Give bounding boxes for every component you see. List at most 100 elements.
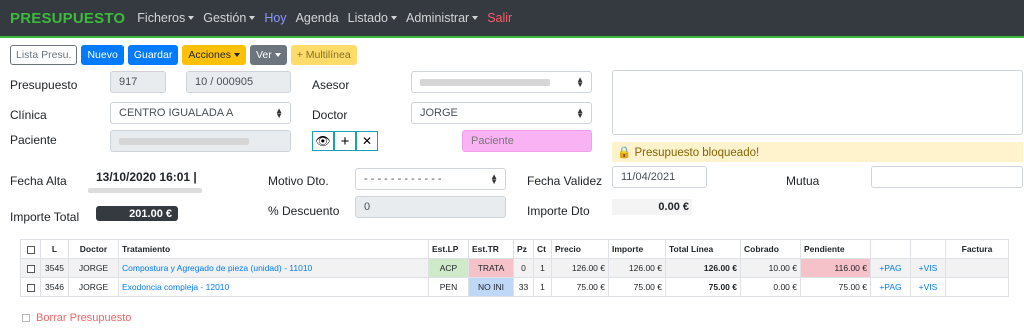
cell-l: 3546 [40, 277, 69, 297]
checkbox-icon [26, 283, 35, 292]
clinica-select[interactable]: CENTRO IGUALADA A ▲ ▼ [110, 102, 291, 124]
descuento-value: 0 [364, 201, 371, 213]
cell-doctor: JORGE [68, 258, 119, 278]
row-checkbox[interactable] [20, 277, 41, 297]
doctor-select[interactable]: JORGE ▲ ▼ [411, 102, 592, 124]
nav-hoy[interactable]: Hoy [264, 11, 286, 25]
cell-importe: 126.00 € [608, 258, 666, 278]
add-visita-link[interactable]: +VIS [919, 282, 938, 292]
col-header-precio: Precio [551, 239, 609, 259]
acciones-label: Acciones [188, 49, 231, 61]
cell-pag: +PAG [870, 258, 911, 278]
paciente-search-input[interactable]: Paciente [462, 130, 592, 152]
nav-ficheros-label: Ficheros [137, 11, 186, 25]
cell-est-lp: PEN [428, 277, 469, 297]
lista-presu-button[interactable]: Lista Presu. [10, 45, 78, 65]
nav-administrar-label: Administrar [405, 11, 470, 25]
nav-listado[interactable]: Listado [348, 11, 397, 25]
checkbox-icon [26, 245, 35, 254]
acciones-dropdown-button[interactable]: Acciones [182, 45, 246, 65]
cell-est-tr: TRATA [468, 258, 514, 278]
asesor-select[interactable]: ▲ ▼ [411, 71, 592, 93]
cell-doctor: JORGE [68, 277, 119, 297]
borrar-presupuesto-label: Borrar Presupuesto [36, 312, 132, 324]
brand-title[interactable]: PRESUPUESTO [10, 10, 125, 27]
col-header-pz: Pz [513, 239, 534, 259]
presupuesto-ref-field: 10 / 000905 [186, 71, 291, 93]
guardar-button[interactable]: Guardar [127, 45, 179, 65]
cell-pz: 0 [513, 258, 534, 278]
descuento-field: 0 [355, 196, 506, 218]
col-header-factura: Factura [945, 239, 1009, 259]
nuevo-button[interactable]: Nuevo [81, 45, 124, 65]
cell-cobrado: 0.00 € [740, 277, 801, 297]
col-header-pendiente: Pendiente [800, 239, 871, 259]
motivo-dto-select[interactable]: - - - - - - - - - - - - ▲ ▼ [355, 168, 506, 190]
clinica-label: Clínica [10, 108, 47, 122]
paciente-field [110, 130, 291, 152]
close-icon[interactable]: ✕ [356, 131, 378, 151]
descuento-label: % Descuento [268, 204, 340, 218]
col-header-total-linea: Total Línea [665, 239, 741, 259]
mutua-input[interactable] [871, 166, 1023, 188]
eye-icon[interactable]: 👁 [312, 131, 334, 151]
motivo-dto-value: - - - - - - - - - - - - [364, 173, 442, 185]
importe-total-label: Importe Total [10, 210, 80, 224]
select-all-checkbox[interactable] [20, 239, 41, 259]
chevron-down-icon [233, 53, 240, 57]
presupuesto-ref-value: 10 / 000905 [195, 76, 254, 88]
chevron-down-icon [249, 16, 256, 20]
borrar-presupuesto-toggle[interactable]: Borrar Presupuesto [22, 312, 131, 324]
chevron-down-icon [274, 53, 281, 57]
notes-textarea[interactable] [612, 70, 1023, 135]
nav-ficheros[interactable]: Ficheros [137, 11, 195, 25]
table-header-row: L Doctor Tratamiento Est.LP Est.TR Pz Ct… [20, 239, 1009, 259]
tratamiento-link[interactable]: Compostura y Agregado de pieza (unidad) … [122, 263, 312, 273]
cell-total-linea: 126.00 € [665, 258, 741, 278]
cell-vis: +VIS [910, 277, 946, 297]
action-toolbar: Lista Presu. Nuevo Guardar Acciones Ver … [10, 45, 357, 65]
motivo-dto-label: Motivo Dto. [268, 174, 329, 188]
nav-salir[interactable]: Salir [487, 11, 512, 25]
col-header-tratamiento: Tratamiento [118, 239, 429, 259]
nav-agenda[interactable]: Agenda [296, 11, 339, 25]
plus-icon[interactable]: + [334, 131, 356, 151]
fecha-validez-input[interactable]: 11/04/2021 [612, 166, 707, 188]
cell-pz: 33 [513, 277, 534, 297]
nav-gestion[interactable]: Gestión [203, 11, 256, 25]
paciente-search-placeholder: Paciente [471, 135, 514, 147]
nav-administrar[interactable]: Administrar [405, 11, 479, 25]
multilinea-button[interactable]: + Multilínea [290, 45, 357, 65]
col-header-cobrado: Cobrado [740, 239, 801, 259]
cell-pendiente: 75.00 € [800, 277, 871, 297]
tratamiento-link[interactable]: Exodoncia compleja - 12010 [122, 282, 229, 292]
select-arrows-icon: ▲ ▼ [576, 75, 584, 89]
col-header-importe: Importe [608, 239, 666, 259]
treatments-table: L Doctor Tratamiento Est.LP Est.TR Pz Ct… [20, 239, 1009, 297]
cell-est-lp: ACP [428, 258, 469, 278]
paciente-label: Paciente [10, 133, 57, 147]
presupuesto-number-value: 917 [119, 76, 138, 88]
cell-pendiente: 116.00 € [800, 258, 871, 278]
checkbox-icon [26, 264, 35, 273]
cell-cobrado: 10.00 € [740, 258, 801, 278]
chevron-down-icon [472, 16, 479, 20]
table-row: 3545 JORGE Compostura y Agregado de piez… [20, 258, 1009, 278]
locked-alert: 🔒 Presupuesto bloqueado! [612, 142, 1023, 162]
add-visita-link[interactable]: +VIS [919, 263, 938, 273]
ver-dropdown-button[interactable]: Ver [249, 45, 287, 65]
add-pago-link[interactable]: +PAG [879, 282, 901, 292]
asesor-label: Asesor [312, 78, 350, 92]
nav-listado-label: Listado [347, 11, 388, 25]
fecha-validez-value: 11/04/2021 [621, 171, 676, 183]
col-header-doctor: Doctor [68, 239, 119, 259]
ver-label: Ver [255, 49, 272, 61]
row-checkbox[interactable] [20, 258, 41, 278]
col-header-ct: Ct [533, 239, 552, 259]
fecha-alta-value: 13/10/2020 16:01 | [96, 170, 197, 184]
doctor-value: JORGE [420, 107, 458, 119]
cell-ct: 1 [533, 277, 552, 297]
add-pago-link[interactable]: +PAG [879, 263, 901, 273]
presupuesto-label: Presupuesto [10, 78, 78, 92]
col-header-vis [910, 239, 946, 259]
